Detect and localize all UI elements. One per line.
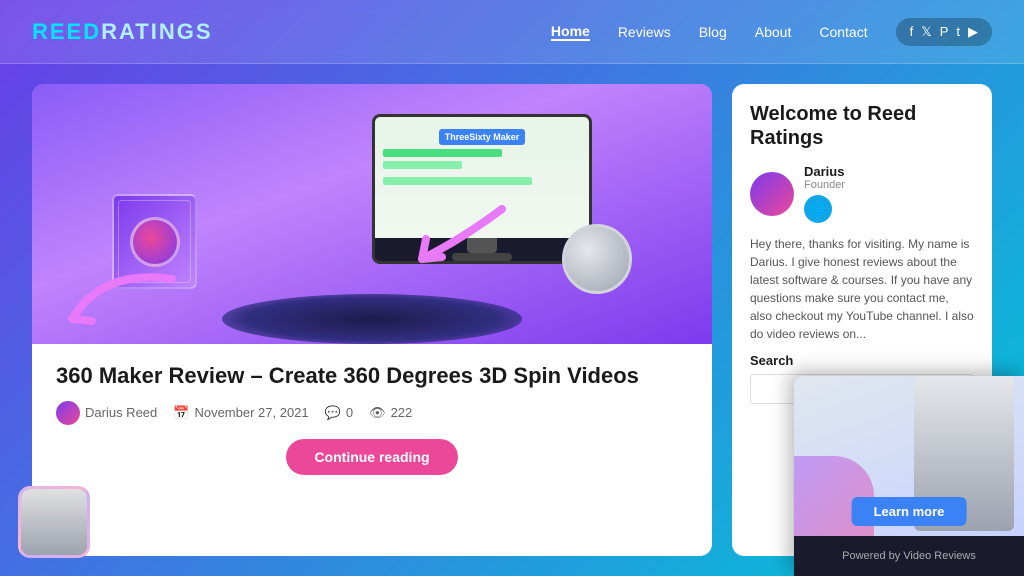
welcome-title: Welcome to Reed Ratings xyxy=(750,102,974,150)
article-card: ThreeSixty Maker xyxy=(32,84,712,556)
product-label: ThreeSixty Maker xyxy=(439,129,526,145)
main-nav: Home Reviews Blog About Contact f 𝕏 P t … xyxy=(551,18,992,46)
arrow-decoration xyxy=(62,249,182,334)
date-meta: 📅 November 27, 2021 xyxy=(173,405,308,421)
search-label: Search xyxy=(750,353,974,368)
article-body: 360 Maker Review – Create 360 Degrees 3D… xyxy=(32,344,712,487)
article-date: November 27, 2021 xyxy=(194,405,308,420)
site-logo[interactable]: ReedRatings xyxy=(32,19,213,45)
nav-home[interactable]: Home xyxy=(551,23,590,41)
author-info: Darius Founder 🌐 xyxy=(804,164,845,223)
facebook-icon[interactable]: f xyxy=(910,24,914,40)
youtube-icon[interactable]: ▶ xyxy=(968,24,978,40)
views-meta: 👁 222 xyxy=(369,405,412,421)
author-role: Founder xyxy=(804,179,845,191)
continue-reading-button[interactable]: Continue reading xyxy=(286,439,457,475)
twitter-icon[interactable]: 𝕏 xyxy=(921,24,931,40)
tumblr-icon[interactable]: t xyxy=(956,24,960,40)
bottom-avatar-image xyxy=(21,489,87,555)
camera-ball xyxy=(562,224,632,294)
logo-part1: Reed xyxy=(32,19,101,44)
video-footer: Powered by Video Reviews xyxy=(794,536,1024,576)
nav-reviews[interactable]: Reviews xyxy=(618,24,671,40)
comment-icon: 💬 xyxy=(325,405,341,421)
nav-contact[interactable]: Contact xyxy=(819,24,867,40)
nav-blog[interactable]: Blog xyxy=(699,24,727,40)
views-icon: 👁 xyxy=(369,405,386,421)
learn-more-button[interactable]: Learn more xyxy=(852,497,967,526)
video-content: Learn more xyxy=(794,376,1024,536)
article-meta: Darius Reed 📅 November 27, 2021 💬 0 👁 22… xyxy=(56,401,688,425)
calendar-icon: 📅 xyxy=(173,405,189,421)
comments-count: 0 xyxy=(346,405,353,420)
logo-part2: Ratings xyxy=(101,19,212,44)
author-name-sidebar: Darius xyxy=(804,164,845,179)
comments-meta: 💬 0 xyxy=(325,405,353,421)
video-popup: Learn more Powered by Video Reviews xyxy=(794,376,1024,576)
author-name: Darius Reed xyxy=(85,405,157,420)
author-avatar xyxy=(750,172,794,216)
video-powered-by: Powered by Video Reviews xyxy=(842,550,976,562)
author-link-icon[interactable]: 🌐 xyxy=(804,195,832,223)
author-row: Darius Founder 🌐 xyxy=(750,164,974,223)
display-platform xyxy=(222,294,522,344)
nav-about[interactable]: About xyxy=(755,24,792,40)
bottom-avatar-popup[interactable] xyxy=(18,486,90,558)
pinterest-icon[interactable]: P xyxy=(940,24,949,40)
sidebar-body-text: Hey there, thanks for visiting. My name … xyxy=(750,235,974,343)
author-meta: Darius Reed xyxy=(56,401,157,425)
social-icons-bar: f 𝕏 P t ▶ xyxy=(896,18,992,46)
author-avatar-small xyxy=(56,401,80,425)
article-title: 360 Maker Review – Create 360 Degrees 3D… xyxy=(56,362,688,391)
site-header: ReedRatings Home Reviews Blog About Cont… xyxy=(0,0,1024,64)
article-image: ThreeSixty Maker xyxy=(32,84,712,344)
views-count: 222 xyxy=(391,405,413,420)
arrow-decoration-2 xyxy=(412,199,512,284)
